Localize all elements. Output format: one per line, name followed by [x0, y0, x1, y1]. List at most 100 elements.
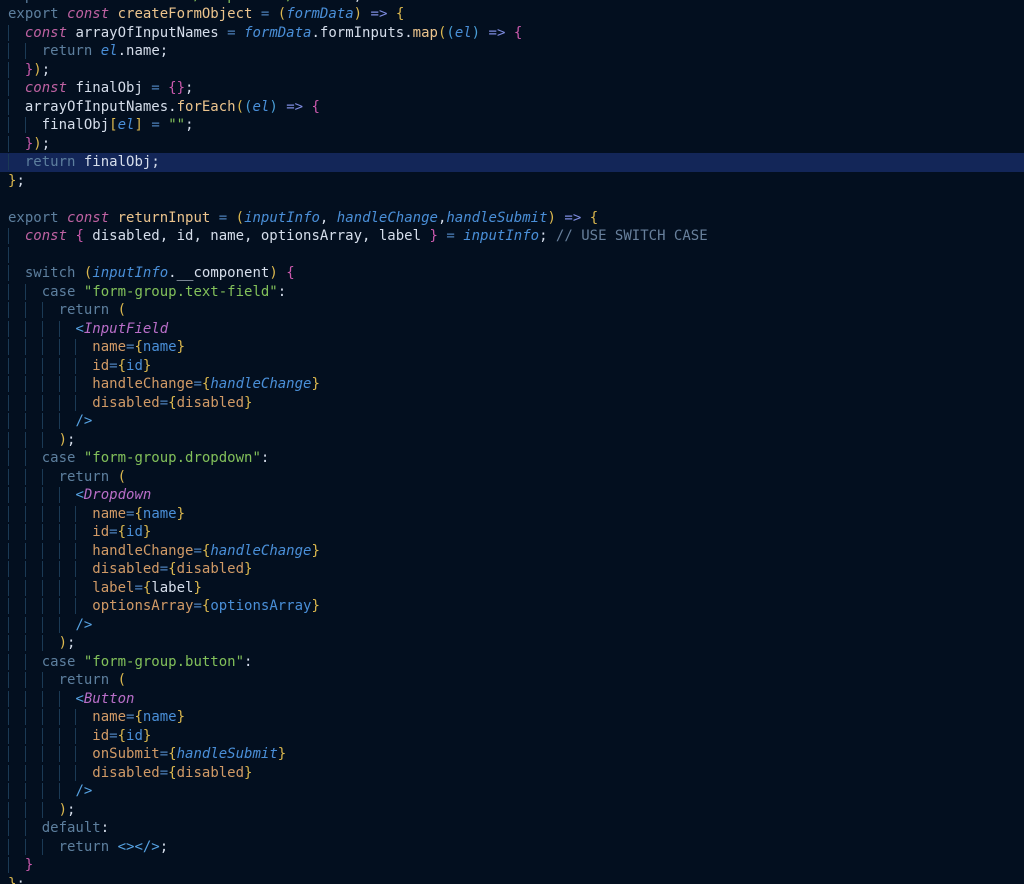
code-token: :	[244, 654, 252, 670]
code-line[interactable]: export const returnInput = (inputInfo, h…	[0, 209, 1024, 228]
code-line[interactable]: );	[0, 431, 1024, 450]
code-token: )	[269, 265, 277, 281]
code-line[interactable]: <InputField	[0, 320, 1024, 339]
code-line[interactable]	[0, 246, 1024, 265]
code-token: return	[59, 672, 118, 688]
code-line[interactable]: return <></>;	[0, 838, 1024, 857]
code-line-current[interactable]: return finalObj;	[0, 153, 1024, 172]
code-token: .	[311, 25, 319, 41]
code-line[interactable]: });	[0, 61, 1024, 80]
indent-guide	[59, 765, 76, 781]
code-token: :	[278, 284, 286, 300]
indent-guide	[25, 654, 42, 670]
code-editor[interactable]: import Button from "../components/Button…	[0, 0, 1024, 884]
code-line[interactable]: const { disabled, id, name, optionsArray…	[0, 227, 1024, 246]
code-token: {	[168, 395, 176, 411]
code-token: "form-group.button"	[84, 654, 244, 670]
code-line[interactable]: default:	[0, 819, 1024, 838]
code-token: from	[126, 0, 168, 4]
code-line[interactable]: export const createFormObject = (formDat…	[0, 5, 1024, 24]
code-token: returnInput	[118, 210, 211, 226]
code-token: disabled	[177, 765, 244, 781]
code-line[interactable]: name={name}	[0, 708, 1024, 727]
code-token	[505, 25, 513, 41]
code-token: =>	[489, 25, 506, 41]
code-token: disabled	[92, 395, 159, 411]
code-line[interactable]: };	[0, 875, 1024, 884]
code-line[interactable]: disabled={disabled}	[0, 560, 1024, 579]
code-line[interactable]: name={name}	[0, 505, 1024, 524]
indent-guide	[25, 728, 42, 744]
code-token: {	[168, 561, 176, 577]
code-line[interactable]: case "form-group.text-field":	[0, 283, 1024, 302]
code-line[interactable]: );	[0, 634, 1024, 653]
indent-guide	[25, 543, 42, 559]
code-token: id	[126, 728, 143, 744]
code-token: inputInfo	[463, 228, 539, 244]
indent-guide	[59, 691, 76, 707]
code-token	[210, 210, 218, 226]
code-line[interactable]: }	[0, 856, 1024, 875]
indent-guide	[8, 524, 25, 540]
code-line[interactable]: const finalObj = {};	[0, 79, 1024, 98]
code-line[interactable]: case "form-group.button":	[0, 653, 1024, 672]
code-line[interactable]: };	[0, 172, 1024, 191]
code-token: inputInfo	[244, 210, 320, 226]
code-line[interactable]: return el.name;	[0, 42, 1024, 61]
code-token: createFormObject	[118, 6, 253, 22]
code-line[interactable]: label={label}	[0, 579, 1024, 598]
code-line[interactable]: handleChange={handleChange}	[0, 542, 1024, 561]
indent-guide	[8, 136, 25, 152]
code-line[interactable]: return (	[0, 468, 1024, 487]
indent-guide	[59, 376, 76, 392]
code-token: {	[75, 228, 83, 244]
indent-guide	[8, 321, 25, 337]
code-token: }	[25, 857, 33, 873]
code-token: el	[101, 43, 118, 59]
code-line[interactable]: />	[0, 616, 1024, 635]
code-line[interactable]: return (	[0, 301, 1024, 320]
indent-guide	[25, 580, 42, 596]
indent-guide	[8, 339, 25, 355]
code-line[interactable]: );	[0, 801, 1024, 820]
indent-guide	[25, 672, 42, 688]
code-line[interactable]: arrayOfInputNames.forEach((el) => {	[0, 98, 1024, 117]
code-line[interactable]: id={id}	[0, 357, 1024, 376]
code-line[interactable]: });	[0, 135, 1024, 154]
code-token: )	[59, 432, 67, 448]
code-token: export	[8, 210, 67, 226]
code-token: "form-group.dropdown"	[84, 450, 261, 466]
code-token: id	[92, 358, 109, 374]
code-token: __component	[177, 265, 270, 281]
code-line[interactable]: case "form-group.dropdown":	[0, 449, 1024, 468]
code-line[interactable]: return (	[0, 671, 1024, 690]
code-line[interactable]: onSubmit={handleSubmit}	[0, 745, 1024, 764]
code-token: ;	[185, 80, 193, 96]
code-line[interactable]: id={id}	[0, 523, 1024, 542]
code-token: name	[92, 339, 126, 355]
indent-guide	[59, 321, 76, 337]
code-token: }	[177, 339, 185, 355]
code-line[interactable]: handleChange={handleChange}	[0, 375, 1024, 394]
indent-guide	[25, 376, 42, 392]
indent-guide	[8, 487, 25, 503]
code-line[interactable]: <Dropdown	[0, 486, 1024, 505]
code-line[interactable]: disabled={disabled}	[0, 764, 1024, 783]
code-line[interactable]: switch (inputInfo.__component) {	[0, 264, 1024, 283]
code-line[interactable]: optionsArray={optionsArray}	[0, 597, 1024, 616]
code-token: const	[25, 228, 76, 244]
code-line[interactable]: const arrayOfInputNames = formData.formI…	[0, 24, 1024, 43]
code-line[interactable]: />	[0, 412, 1024, 431]
code-line[interactable]: disabled={disabled}	[0, 394, 1024, 413]
code-line[interactable]: id={id}	[0, 727, 1024, 746]
indent-guide	[25, 358, 42, 374]
code-line[interactable]: <Button	[0, 690, 1024, 709]
indent-guide	[42, 765, 59, 781]
code-line[interactable]	[0, 190, 1024, 209]
code-line[interactable]: finalObj[el] = "";	[0, 116, 1024, 135]
indent-guide	[59, 709, 76, 725]
code-line[interactable]: />	[0, 782, 1024, 801]
indent-guide	[25, 469, 42, 485]
indent-guide	[25, 321, 42, 337]
code-line[interactable]: name={name}	[0, 338, 1024, 357]
